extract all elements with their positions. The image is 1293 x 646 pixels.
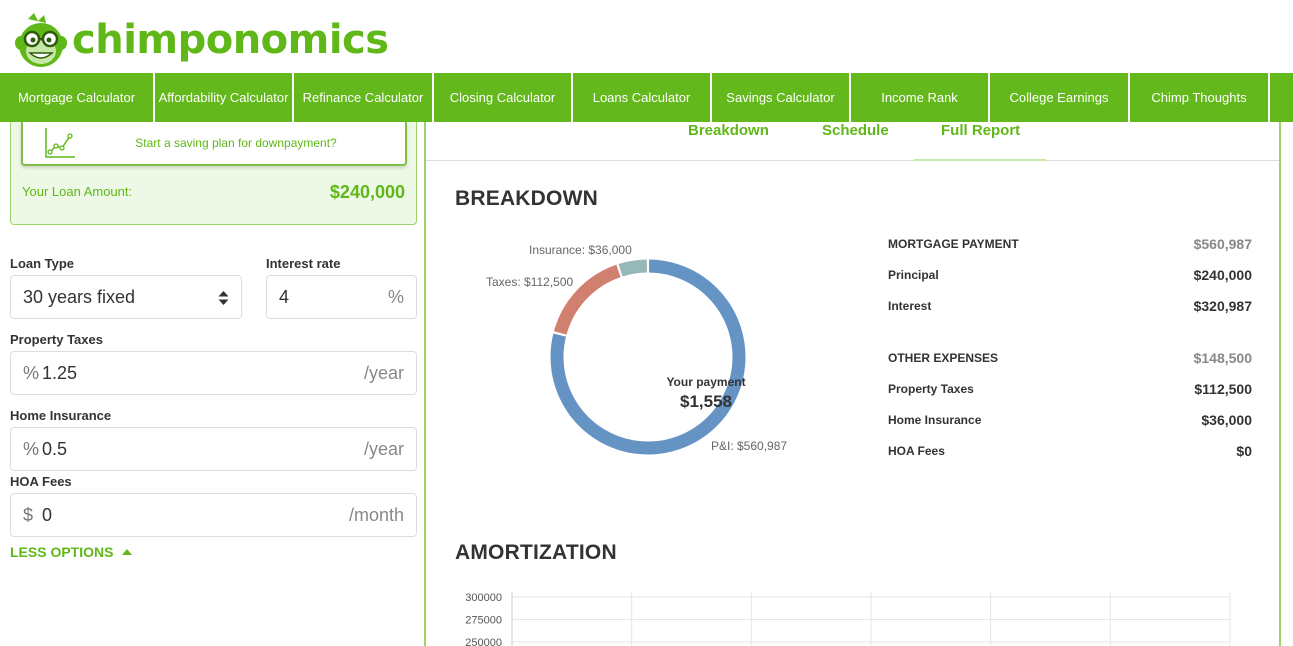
results-panel: Breakdown Schedule Full Report BREAKDOWN… (424, 122, 1281, 646)
nav-college-earnings[interactable]: College Earnings (990, 73, 1130, 122)
select-arrows-icon (218, 291, 229, 305)
home-insurance-summary-label: Home Insurance (888, 413, 982, 427)
loan-type-value: 30 years fixed (23, 286, 136, 307)
loan-amount-value: $240,000 (329, 182, 405, 202)
less-options-toggle[interactable]: LESS OPTIONS (10, 544, 133, 560)
nav-refinance-calculator[interactable]: Refinance Calculator (294, 73, 434, 122)
loan-amount-label: Your Loan Amount: (22, 184, 133, 199)
percent-prefix: % (23, 438, 40, 459)
property-taxes-row: Property Taxes $112,500 (888, 379, 1252, 399)
property-taxes-summary-label: Property Taxes (888, 382, 974, 396)
percent-prefix: % (23, 362, 40, 383)
mortgage-payment-value: $560,987 (1193, 236, 1252, 252)
per-year-suffix: /year (363, 362, 404, 383)
less-options-label: LESS OPTIONS (10, 544, 114, 560)
nav-closing-calculator[interactable]: Closing Calculator (434, 73, 573, 122)
tab-full-report[interactable]: Full Report (941, 122, 1020, 139)
percent-suffix: % (387, 286, 404, 307)
donut-center-value: $1,558 (680, 392, 732, 411)
home-insurance-value: 0.5 (42, 438, 68, 459)
property-taxes-label: Property Taxes (10, 332, 103, 347)
tab-breakdown[interactable]: Breakdown (688, 122, 769, 139)
property-taxes-value: 1.25 (42, 362, 78, 383)
payment-donut-chart: Insurance: $36,000 Taxes: $112,500 P&I: … (486, 232, 866, 472)
interest-rate-value: 4 (279, 286, 290, 307)
mortgage-payment-label: MORTGAGE PAYMENT (888, 237, 1019, 251)
loan-type-label: Loan Type (10, 256, 75, 271)
hoa-fees-value: 0 (42, 504, 53, 525)
nav-chimp-thoughts[interactable]: Chimp Thoughts (1130, 73, 1270, 122)
home-insurance-label: Home Insurance (10, 408, 112, 423)
amortization-chart: 300000 275000 250000 (456, 586, 1236, 646)
principal-row: Principal $240,000 (888, 265, 1252, 285)
property-taxes-input[interactable]: % 1.25 /year (10, 351, 417, 395)
per-month-suffix: /month (348, 504, 404, 525)
logo-wordmark: chimponomics (72, 17, 389, 63)
hoa-fees-summary-value: $0 (1236, 443, 1252, 459)
saving-plan-label: Start a saving plan for downpayment? (135, 136, 337, 150)
donut-center-title: Your payment (666, 375, 746, 389)
interest-rate-label: Interest rate (266, 256, 341, 271)
home-insurance-row: Home Insurance $36,000 (888, 410, 1252, 430)
dollar-prefix: $ (23, 504, 34, 525)
nav-affordability-calculator[interactable]: Affordability Calculator (155, 73, 294, 122)
nav-mortgage-calculator[interactable]: Mortgage Calculator (0, 73, 155, 122)
nav-income-rank[interactable]: Income Rank (851, 73, 990, 122)
chimp-logo-icon (14, 13, 68, 71)
principal-value: $240,000 (1193, 267, 1252, 283)
loan-amount-box: Start a saving plan for downpayment? You… (10, 122, 417, 225)
principal-label: Principal (888, 268, 939, 282)
hoa-fees-label: HOA Fees (10, 474, 72, 489)
pi-slice-label: P&I: $560,987 (711, 439, 788, 453)
saving-plan-button[interactable]: Start a saving plan for downpayment? (21, 122, 407, 166)
breakdown-title: BREAKDOWN (455, 187, 598, 210)
caret-up-icon (122, 549, 133, 555)
y-tick-label: 250000 (465, 637, 502, 646)
nav-savings-calculator[interactable]: Savings Calculator (712, 73, 851, 122)
y-tick-label: 300000 (465, 592, 502, 604)
nav-loans-calculator[interactable]: Loans Calculator (573, 73, 712, 122)
hoa-fees-input[interactable]: $ 0 /month (10, 493, 417, 537)
amortization-title: AMORTIZATION (455, 541, 617, 564)
per-year-suffix: /year (363, 438, 404, 459)
home-insurance-summary-value: $36,000 (1201, 412, 1252, 428)
tab-schedule[interactable]: Schedule (822, 122, 889, 139)
other-expenses-row: OTHER EXPENSES $148,500 (888, 348, 1252, 368)
other-expenses-label: OTHER EXPENSES (888, 351, 999, 365)
taxes-slice-label: Taxes: $112,500 (486, 275, 574, 289)
property-taxes-summary-value: $112,500 (1194, 381, 1252, 397)
interest-value: $320,987 (1193, 298, 1252, 314)
loan-type-select[interactable]: 30 years fixed (10, 275, 242, 319)
loan-inputs-panel: Start a saving plan for downpayment? You… (0, 122, 424, 646)
interest-label: Interest (888, 299, 932, 313)
result-tabs: Breakdown Schedule Full Report (426, 122, 1279, 161)
mortgage-payment-row: MORTGAGE PAYMENT $560,987 (888, 234, 1252, 254)
main-nav: Mortgage Calculator Affordability Calcul… (0, 73, 1293, 122)
hoa-fees-summary-label: HOA Fees (888, 444, 945, 458)
interest-rate-input[interactable]: 4 % (266, 275, 417, 319)
y-tick-label: 275000 (465, 615, 502, 627)
other-expenses-value: $148,500 (1193, 350, 1252, 366)
home-insurance-input[interactable]: % 0.5 /year (10, 427, 417, 471)
hoa-fees-row: HOA Fees $0 (888, 441, 1252, 461)
logo[interactable]: chimponomics (14, 12, 389, 72)
insurance-slice (618, 259, 648, 277)
interest-row: Interest $320,987 (888, 296, 1252, 316)
insurance-slice-label: Insurance: $36,000 (529, 243, 632, 257)
active-tab-indicator (914, 159, 1046, 161)
nav-overflow (1270, 73, 1293, 122)
